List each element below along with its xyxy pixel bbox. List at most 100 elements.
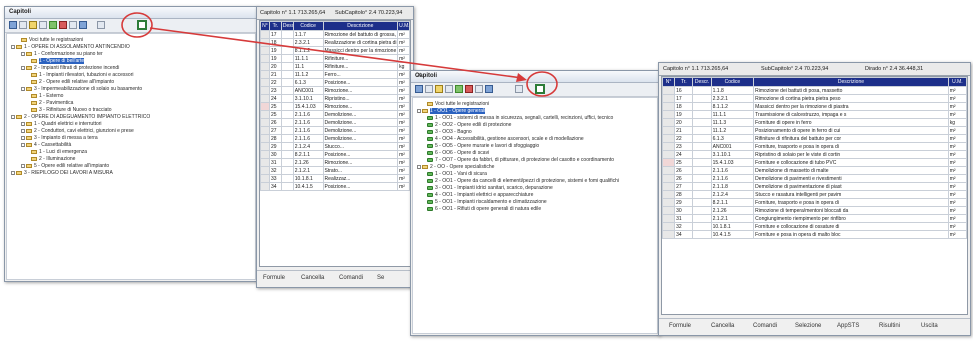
tree-item[interactable]: 3 - OO1 - Impianti idrici sanitari, scar…	[427, 185, 553, 192]
tree-item[interactable]: 2 - Illuminazione	[31, 156, 75, 163]
table-row[interactable]: 30 2.1.26 Rimozione di tempera/mentoni blo…	[662, 206, 967, 215]
tree-item[interactable]: - 5 - Opere edili relative all'impianto	[21, 163, 109, 170]
table-row[interactable]: 27 2.1.1.6 Demolizione... m²	[260, 126, 410, 135]
row-header[interactable]	[662, 102, 676, 111]
tree-item[interactable]: - 2 - OO - Opere specialistiche	[417, 164, 494, 171]
tab-uscita[interactable]: Uscita	[921, 323, 938, 329]
tree-item[interactable]: 3 - OO3 - Bagno	[427, 129, 472, 136]
row-header[interactable]	[662, 142, 676, 151]
tree-item[interactable]: - 3 - Impianto di messa a terra	[21, 135, 98, 142]
column-header[interactable]: Tr.	[268, 21, 282, 31]
row-header[interactable]	[260, 134, 270, 143]
table-row[interactable]: 18 2.3.2.1 Realizzazione di cortina pietra…	[260, 38, 410, 47]
tree-item[interactable]: 1 - OO1 - Vani di sicura	[427, 171, 487, 178]
column-header[interactable]: N°	[260, 21, 270, 31]
row-header[interactable]	[260, 38, 270, 47]
delete-icon[interactable]	[465, 85, 473, 93]
folder-icon[interactable]	[29, 21, 37, 29]
expand-toggle-icon[interactable]: -	[21, 142, 25, 147]
expand-toggle-icon[interactable]: -	[21, 135, 25, 140]
expand-toggle-icon[interactable]: -	[21, 121, 25, 126]
row-header[interactable]	[662, 150, 676, 159]
expand-toggle-icon[interactable]: -	[417, 164, 421, 169]
column-header[interactable]: Codice	[292, 21, 324, 31]
row-header[interactable]	[260, 158, 270, 167]
tab-comandi[interactable]: Comandi	[753, 323, 777, 329]
tree-item[interactable]: - 2 - Impianti filtrati di protezione inc…	[21, 65, 119, 72]
tree-item[interactable]: - 2 - OPERE DI ADEGUAMENTO IMPIANTO ELETT…	[11, 114, 150, 121]
row-header[interactable]	[260, 150, 270, 159]
tree-item[interactable]: 2 - Opere edili relative all'impianto	[31, 79, 114, 86]
expand-toggle-icon[interactable]: -	[417, 108, 421, 113]
tab-comandi[interactable]: Comandi	[339, 275, 363, 281]
tree-item[interactable]: 2 - OO1 - Opere da cancelli di elementi/…	[427, 178, 619, 185]
table-row[interactable]: 27 2.1.1.8 Demolizione di pavimentazione d…	[662, 182, 967, 191]
row-header[interactable]	[260, 70, 270, 79]
row-header[interactable]	[662, 214, 676, 223]
print-icon[interactable]	[79, 21, 87, 29]
row-header[interactable]	[260, 102, 270, 111]
column-header[interactable]: Descr.	[692, 77, 712, 87]
table-row[interactable]: 31 2.1.2.1 Congiungimento riempimento per …	[662, 214, 967, 223]
tree-item[interactable]: 1 - Luci di emergenza	[31, 149, 87, 156]
row-header[interactable]	[260, 110, 270, 119]
tree-item[interactable]: 1 - Opere di bell'arte	[31, 58, 85, 65]
table-row[interactable]: 19 8.1.1.2 Massicci dentro per la rimozion…	[260, 46, 410, 55]
row-header[interactable]	[260, 118, 270, 127]
column-header[interactable]: N°	[662, 77, 676, 87]
row-header[interactable]	[260, 166, 270, 175]
tab-appsts[interactable]: AppSTS	[837, 323, 859, 329]
row-header[interactable]	[260, 62, 270, 71]
expand-icon[interactable]	[9, 21, 17, 29]
table-row[interactable]: 18 8.1.1.2 Massicci dentro per la rimozion…	[662, 102, 967, 111]
tab-cancella[interactable]: Cancella	[711, 323, 734, 329]
tree-item[interactable]: 6 - OO6 - Opere di scavi	[427, 150, 489, 157]
row-header[interactable]	[260, 78, 270, 87]
collapse-icon[interactable]	[425, 85, 433, 93]
expand-toggle-icon[interactable]: -	[21, 163, 25, 168]
row-header[interactable]	[662, 110, 676, 119]
table-row[interactable]: 30 8.2.1.1 Posizione... m²	[260, 150, 410, 159]
tree-item[interactable]: - 2 - Conduttori, cavi elettrici, giunzio…	[21, 128, 134, 135]
expand-toggle-icon[interactable]: -	[11, 44, 15, 49]
sync-icon[interactable]	[137, 20, 147, 30]
row-header[interactable]	[662, 206, 676, 215]
tree-item[interactable]: 2 - Pavimentica	[31, 100, 73, 107]
tab-cancella[interactable]: Cancella	[301, 275, 324, 281]
tree-item[interactable]: 1 - Esterno	[31, 93, 63, 100]
row-header[interactable]	[260, 142, 270, 151]
tree-item[interactable]: - 4 - Cassettabilità	[21, 142, 71, 149]
table-row[interactable]: 34 10.4.1.5 Posizione... m²	[260, 182, 410, 191]
collapse-icon[interactable]	[19, 21, 27, 29]
row-header[interactable]	[260, 94, 270, 103]
expand-toggle-icon[interactable]: -	[11, 114, 15, 119]
column-header[interactable]: U.M.	[397, 21, 410, 31]
row-header[interactable]	[662, 134, 676, 143]
row-header[interactable]	[662, 190, 676, 199]
row-header[interactable]	[662, 158, 676, 167]
row-header[interactable]	[662, 230, 676, 239]
column-header[interactable]: U.M.	[947, 77, 967, 87]
tab-formule[interactable]: Formule	[669, 323, 691, 329]
expand-toggle-icon[interactable]: -	[21, 86, 25, 91]
close-icon[interactable]: ×	[415, 72, 423, 80]
table-row[interactable]: 21 11.1.2 Posizionamento di opere in ferro…	[662, 126, 967, 135]
table-row[interactable]: 24 3.1.10.1 Ripristino di solaio per le vi…	[662, 150, 967, 159]
tree-item[interactable]: 2 - OO2 - Opere edili di protezione	[427, 122, 511, 129]
table-row[interactable]: 25 15.4.1.03 Forniture e collocazione di t…	[662, 158, 967, 167]
table-row[interactable]: 20 11.1 Rifiniture... kg	[260, 62, 410, 71]
table-row[interactable]: 33 10.1.8.1 Realizzaz... m²	[260, 174, 410, 183]
row-header[interactable]	[662, 166, 676, 175]
tree-item[interactable]: - 1 - OPERE DI ASSOLAMENTO ANTINCENDIO	[11, 44, 130, 51]
tab-formule[interactable]: Formule	[263, 275, 285, 281]
table-row[interactable]: 26 2.1.1.6 Demolizione di pavimenti e rive…	[662, 174, 967, 183]
table-row[interactable]: 28 2.1.1.6 Demolizione... m²	[260, 134, 410, 143]
table-row[interactable]: 21 11.1.2 Ferro... m²	[260, 70, 410, 79]
tree-item[interactable]: 5 - OO1 - Impianti riscaldamento e clima…	[427, 199, 547, 206]
add-icon[interactable]	[455, 85, 463, 93]
tree-item[interactable]: Voci tutte le registrazioni	[21, 37, 83, 44]
list-icon[interactable]	[39, 21, 47, 29]
expand-toggle-icon[interactable]: -	[21, 65, 25, 70]
tree-item[interactable]: - 3 - Impermeabilizzazione di solaio su b…	[21, 86, 142, 93]
row-header[interactable]	[260, 126, 270, 135]
